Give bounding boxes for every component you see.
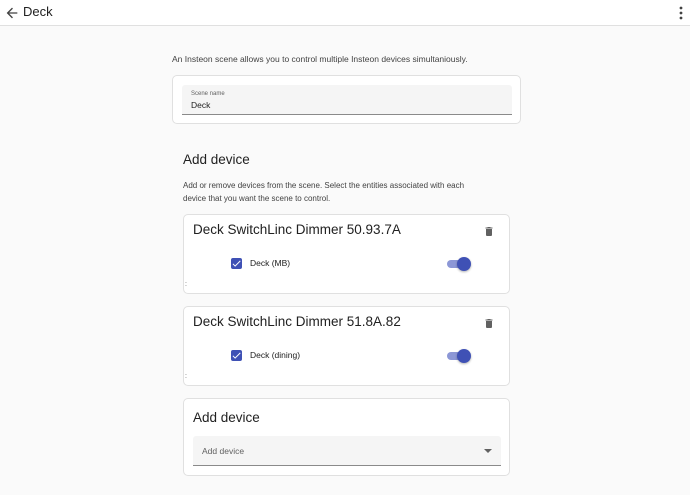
stray-mark: :	[185, 281, 187, 288]
entity-row: Deck (MB)	[231, 257, 471, 271]
top-app-bar: Deck	[0, 0, 690, 26]
scene-name-value[interactable]: Deck	[191, 100, 210, 110]
entity-checkbox[interactable]	[231, 350, 242, 361]
entity-toggle[interactable]	[447, 349, 471, 363]
entity-label: Deck (MB)	[250, 258, 291, 268]
dots-vertical-icon[interactable]	[676, 5, 686, 21]
intro-text: An Insteon scene allows you to control m…	[172, 54, 468, 64]
device-card: Deck SwitchLinc Dimmer 51.8A.82 Deck (di…	[183, 306, 510, 386]
add-device-select[interactable]: Add device	[193, 436, 501, 466]
trash-icon[interactable]	[483, 225, 495, 238]
device-card: Deck SwitchLinc Dimmer 50.93.7A Deck (MB…	[183, 214, 510, 294]
check-icon	[232, 352, 241, 359]
page-title: Deck	[23, 4, 53, 19]
entity-row: Deck (dining)	[231, 349, 471, 363]
entity-checkbox[interactable]	[231, 258, 242, 269]
toggle-thumb	[457, 349, 471, 363]
entity-label: Deck (dining)	[250, 350, 301, 360]
device-title: Deck SwitchLinc Dimmer 51.8A.82	[193, 314, 401, 329]
add-device-heading: Add device	[183, 152, 250, 167]
toggle-thumb	[457, 257, 471, 271]
scene-name-field[interactable]: Scene name Deck	[182, 85, 512, 115]
add-device-placeholder: Add device	[202, 446, 245, 456]
entity-toggle[interactable]	[447, 257, 471, 271]
caret-down-icon	[484, 449, 492, 453]
stray-mark: :	[185, 373, 187, 380]
scene-name-card: Scene name Deck	[172, 75, 521, 124]
device-title: Deck SwitchLinc Dimmer 50.93.7A	[193, 222, 401, 237]
check-icon	[232, 260, 241, 267]
arrow-left-icon[interactable]	[4, 5, 20, 21]
trash-icon[interactable]	[483, 317, 495, 330]
scene-name-label: Scene name	[191, 91, 225, 97]
add-device-description: Add or remove devices from the scene. Se…	[183, 181, 465, 203]
add-device-card-title: Add device	[193, 410, 260, 425]
add-device-card: Add device Add device	[183, 398, 510, 476]
